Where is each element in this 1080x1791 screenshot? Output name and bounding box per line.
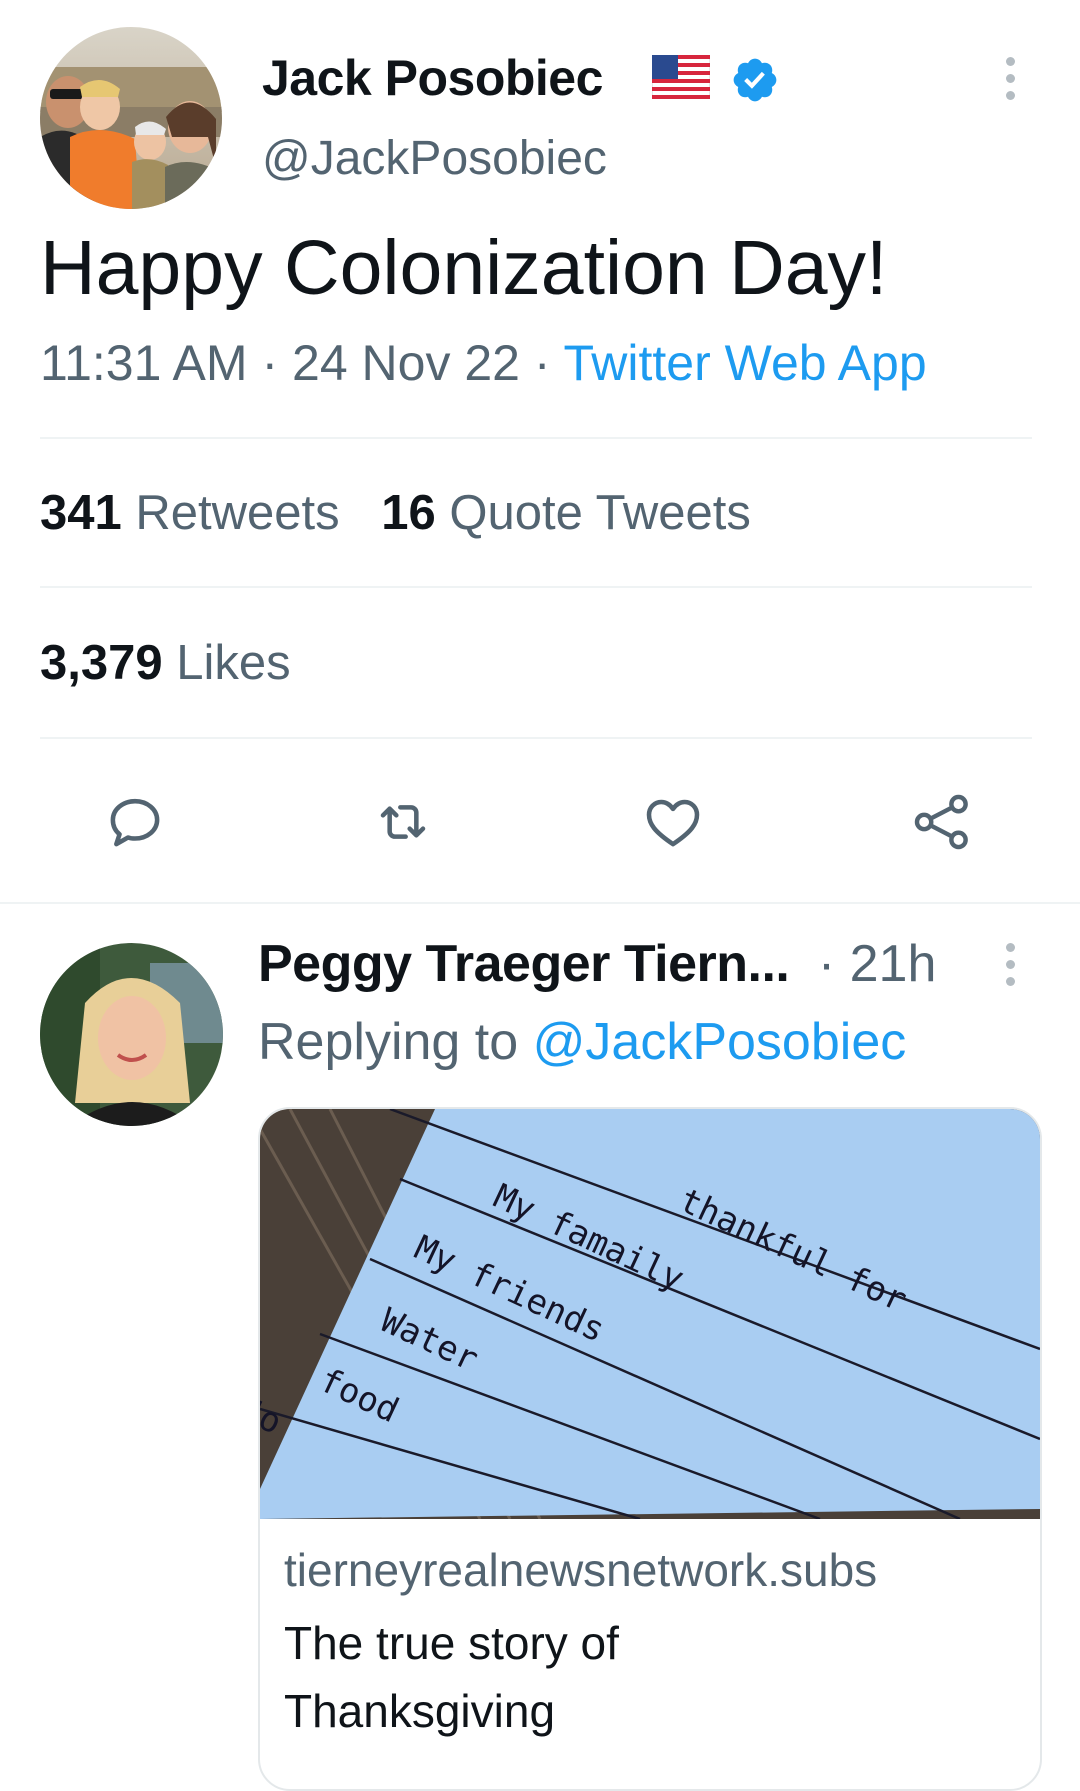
retweet-icon bbox=[380, 805, 426, 839]
likes-label: Likes bbox=[176, 636, 291, 690]
retweet-stats: 341 Retweets 16 Quote Tweets bbox=[40, 483, 751, 543]
retweets-count: 341 bbox=[40, 486, 122, 540]
reply-author-name[interactable]: Peggy Traeger Tiern... bbox=[258, 935, 790, 993]
reply-header: Peggy Traeger Tiern... · 21h bbox=[258, 933, 936, 995]
share-icon bbox=[914, 794, 968, 850]
tweet-time: 11:31 AM bbox=[40, 335, 248, 391]
reply-time[interactable]: 21h bbox=[850, 935, 937, 993]
divider bbox=[40, 586, 1032, 588]
reply-button[interactable] bbox=[95, 782, 175, 862]
card-domain: tierneyrealnewsnetwork.subs bbox=[284, 1544, 878, 1596]
more-vertical-icon[interactable] bbox=[1004, 943, 1016, 986]
like-button[interactable] bbox=[633, 782, 713, 862]
author-handle[interactable]: @JackPosobiec bbox=[262, 130, 607, 188]
meta-separator: · bbox=[533, 335, 551, 391]
tweet-meta: 11:31 AM · 24 Nov 22 · Twitter Web App bbox=[40, 333, 927, 393]
section-divider bbox=[0, 902, 1080, 904]
replying-to: Replying to @JackPosobiec bbox=[258, 1011, 906, 1073]
retweets-link[interactable]: 341 Retweets bbox=[40, 486, 353, 540]
replying-handle[interactable]: @JackPosobiec bbox=[533, 1013, 907, 1071]
tweet-date[interactable]: 24 Nov 22 bbox=[292, 335, 520, 391]
divider bbox=[40, 737, 1032, 739]
heart-icon bbox=[646, 799, 700, 847]
reply-author-avatar[interactable] bbox=[40, 943, 223, 1126]
card-image-line: Water bbox=[374, 1300, 485, 1380]
quote-label: Quote Tweets bbox=[449, 486, 751, 540]
card-image-line: Jo bbox=[258, 1389, 288, 1443]
link-card-image: thankful for My famaily My friends Water… bbox=[258, 1109, 1040, 1521]
retweets-label: Retweets bbox=[135, 486, 340, 540]
tweet-source[interactable]: Twitter Web App bbox=[564, 335, 927, 391]
link-card[interactable]: thankful for My famaily My friends Water… bbox=[258, 1107, 1042, 1791]
quote-tweets-link[interactable]: 16 Quote Tweets bbox=[381, 486, 751, 540]
replying-label: Replying to bbox=[258, 1013, 519, 1071]
reply-icon bbox=[110, 798, 160, 847]
likes-count: 3,379 bbox=[40, 636, 163, 690]
share-button[interactable] bbox=[902, 782, 982, 862]
us-flag-icon bbox=[651, 54, 711, 100]
meta-separator: · bbox=[261, 335, 279, 391]
card-title: The true story of Thanksgiving bbox=[284, 1617, 619, 1737]
tweet-text: Happy Colonization Day! bbox=[40, 225, 888, 311]
author-name[interactable]: Jack Posobiec bbox=[262, 48, 603, 108]
card-image-line: food bbox=[313, 1360, 405, 1432]
reply-time-separator: · bbox=[817, 935, 836, 993]
author-avatar[interactable] bbox=[40, 27, 222, 209]
quote-count: 16 bbox=[381, 486, 436, 540]
likes-stats[interactable]: 3,379 Likes bbox=[40, 633, 291, 693]
more-vertical-icon[interactable] bbox=[1004, 57, 1016, 100]
retweet-button[interactable] bbox=[363, 782, 443, 862]
verified-badge-icon bbox=[730, 55, 780, 105]
divider bbox=[40, 437, 1032, 439]
